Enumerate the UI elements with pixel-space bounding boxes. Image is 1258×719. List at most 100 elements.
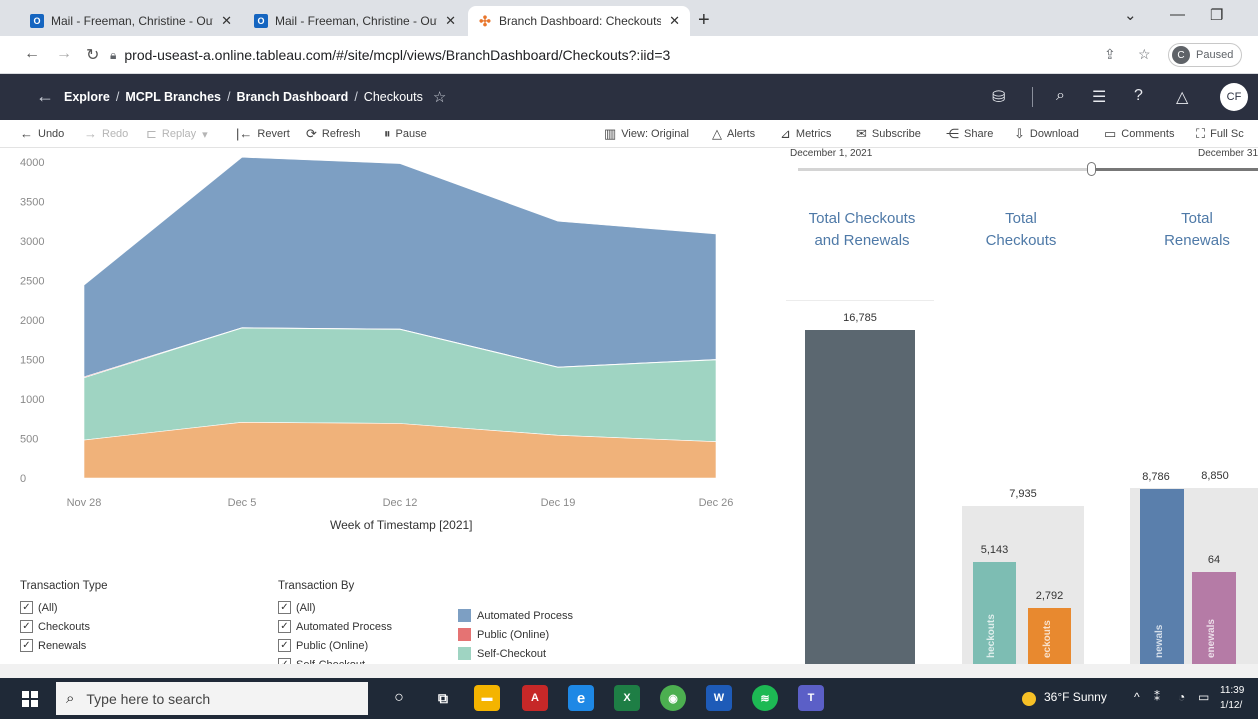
network-icon[interactable]: ⁑ [1154,690,1160,704]
profile-button[interactable]: C Paused [1168,43,1243,67]
browser-tab-tableau[interactable]: ✣ Branch Dashboard: Checkouts - T ✕ [468,6,690,36]
close-icon[interactable]: ✕ [445,13,456,29]
checkbox-checked-icon[interactable]: ✓ [278,601,291,614]
checkbox-checked-icon[interactable]: ✓ [20,601,33,614]
subscribe-button[interactable]: ✉ Subscribe [856,126,921,142]
date-slider-handle[interactable] [1087,162,1096,176]
legend-item-self-checkout[interactable]: Self-Checkout [458,644,573,663]
url-input[interactable]: 🔒︎ prod-useast-a.online.tableau.com/#/si… [110,40,1070,70]
weather-text[interactable]: 36°F Sunny [1044,690,1107,704]
alerts-button[interactable]: △ Alerts [712,126,755,142]
volume-icon[interactable]: ◔ [1178,690,1185,704]
close-icon[interactable]: ✕ [221,13,232,29]
refresh-button[interactable]: ⟳ Refresh [306,126,360,142]
subscribe-icon: ✉ [856,126,867,141]
filter-option-label: Public (Online) [296,639,369,652]
cortana-icon[interactable]: ○ [386,685,412,711]
breadcrumb-project[interactable]: MCPL Branches [125,90,221,104]
filter-option-automated-process[interactable]: ✓ Automated Process [278,617,392,636]
redo-label: Redo [102,127,129,140]
checkbox-checked-icon[interactable]: ✓ [20,620,33,633]
teams-icon[interactable]: T [798,685,824,711]
data-source-icon[interactable]: ⛁ [992,87,1005,107]
bar-value-label: 2,792 [1035,590,1064,603]
close-icon[interactable]: ✕ [669,13,680,29]
filter-option-label: (All) [38,601,58,614]
file-explorer-icon[interactable]: ▬ [474,685,500,711]
bell-icon[interactable]: △ [1176,87,1188,107]
x-tick-label: Dec 19 [541,497,576,509]
kpi-title-line: Total [1181,210,1213,227]
view-original-button[interactable]: ▥ View: Original [604,126,689,142]
battery-icon[interactable]: ▭ [1198,690,1209,704]
checkbox-checked-icon[interactable]: ✓ [278,639,291,652]
lock-icon: 🔒︎ [110,47,117,62]
kpi-section: December 1, 2021 December 31, 2 Total Ch… [760,148,1258,664]
recents-icon[interactable]: ☰ [1092,87,1106,107]
pause-button[interactable]: ⏸ Pause [384,126,427,142]
windows-start-icon[interactable] [22,691,38,707]
revert-label: Revert [257,127,290,140]
star-icon[interactable]: ☆ [1138,46,1151,63]
favorite-star-icon[interactable]: ☆ [433,88,446,106]
browser-tab-strip: O Mail - Freeman, Christine - Outlo ✕ O … [0,0,1258,36]
share-button[interactable]: ⋲ Share [946,126,993,142]
new-tab-icon[interactable]: + [698,9,710,32]
weather-sun-icon [1022,692,1036,706]
breadcrumb-explore[interactable]: Explore [64,90,110,104]
spotify-icon[interactable]: ≋ [752,685,778,711]
checkbox-checked-icon[interactable]: ✓ [278,620,291,633]
reload-icon[interactable]: ↻ [86,45,99,65]
taskbar-search-input[interactable]: ⌕ Type here to search [56,682,368,715]
browser-tab-mail-2[interactable]: O Mail - Freeman, Christine - Outlo ✕ [244,6,466,36]
checkbox-checked-icon[interactable]: ✓ [20,639,33,652]
redo-button[interactable]: → Redo [84,126,128,141]
revert-button[interactable]: |← Revert [236,126,290,141]
chrome-icon[interactable]: ◉ [660,685,686,711]
replay-button[interactable]: ⊏ Replay ▾ [146,126,208,142]
share-label: Share [964,128,994,140]
browser-tab-mail-1[interactable]: O Mail - Freeman, Christine - Outlo ✕ [20,6,242,36]
filter-option-all[interactable]: ✓ (All) [278,598,392,617]
legend-item-automated-process[interactable]: Automated Process [458,606,573,625]
kpi-title-line: Checkouts [985,232,1057,249]
legend-label: Automated Process [477,609,573,622]
task-view-icon[interactable]: ⧉ [430,685,456,711]
excel-icon[interactable]: X [614,685,640,711]
breadcrumb-workbook[interactable]: Branch Dashboard [236,90,348,104]
back-arrow-icon[interactable]: ← [36,86,54,107]
restore-icon[interactable]: ❐ [1210,6,1223,24]
avatar[interactable]: CF [1220,83,1248,111]
legend-item-public-online[interactable]: Public (Online) [458,625,573,644]
search-icon[interactable]: ⌕ [1056,87,1065,105]
download-button[interactable]: ⇩ Download [1014,126,1079,142]
minimize-icon[interactable]: — [1170,6,1185,23]
filter-option-checkouts[interactable]: ✓ Checkouts [20,617,108,636]
metrics-button[interactable]: ⊿ Metrics [780,126,831,142]
windows-taskbar: ⌕ Type here to search ○ ⧉ ▬ A e X ◉ W ≋ … [0,678,1258,719]
area-chart: 0 500 1000 1500 2000 2500 3000 3500 4000 Nov 28 De… [0,148,760,548]
internet-explorer-icon[interactable]: e [568,685,594,711]
x-tick-label: Dec 5 [228,497,257,509]
undo-button[interactable]: ← Undo [20,126,64,141]
filter-option-renewals[interactable]: ✓ Renewals [20,636,108,655]
download-label: Download [1029,128,1079,140]
filter-option-public-online[interactable]: ✓ Public (Online) [278,636,392,655]
comments-button[interactable]: ▭ Comments [1104,126,1174,142]
chevron-up-icon[interactable]: ^ [1134,690,1140,704]
taskbar-clock[interactable]: 11:39 1/12/ [1220,683,1244,713]
chevron-down-icon[interactable]: ⌄ [1124,6,1137,24]
y-tick-label: 4000 [20,157,44,169]
back-arrow-icon[interactable]: ← [24,45,40,63]
horizontal-scrollbar[interactable] [0,664,1258,678]
forward-arrow-icon[interactable]: → [56,45,72,63]
word-icon[interactable]: W [706,685,732,711]
filter-option-all[interactable]: ✓ (All) [20,598,108,617]
filter-option-label: Renewals [38,639,87,652]
share-page-icon[interactable]: ⇪ [1104,46,1116,63]
acrobat-icon[interactable]: A [522,685,548,711]
alert-icon: △ [712,126,722,141]
full-screen-button[interactable]: ⛶ Full Sc [1196,126,1244,142]
help-icon[interactable]: ? [1134,87,1143,105]
bar-total-checkouts-renewals[interactable] [805,330,915,664]
